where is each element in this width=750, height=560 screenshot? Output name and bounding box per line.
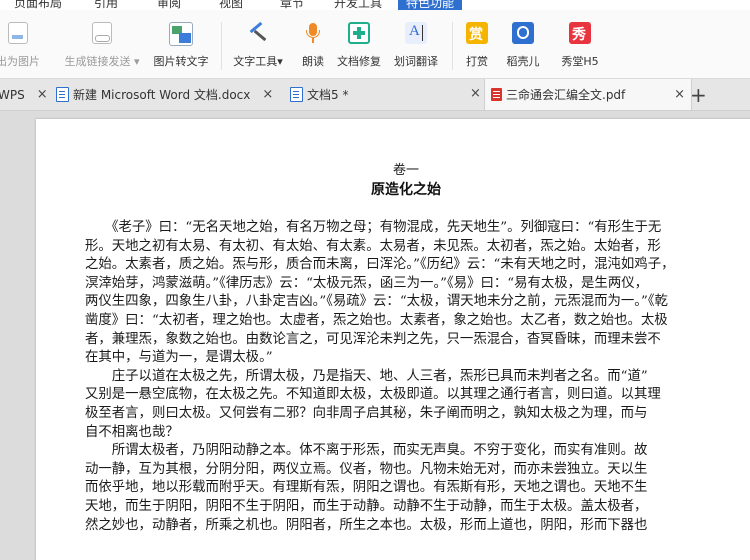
text-line: 庄子以道在太极之先，所谓太极，乃是指天、地、人三者，炁形已具而未判者之名。而“道… [85, 368, 648, 384]
pdf-icon [491, 88, 502, 101]
text-line: 在其中，与道为一，是谓太极。” [85, 350, 273, 366]
document-repair-label: 文档修复 [337, 55, 381, 68]
document-repair-button[interactable]: 文档修复 [333, 10, 385, 78]
reward-icon: 赏 [466, 22, 488, 44]
docer-label: 稻壳儿 [506, 55, 540, 68]
tab-review[interactable]: 审阅 [157, 0, 181, 10]
link-document-icon [92, 22, 112, 44]
image-to-text-label: 图片转文字 [153, 55, 209, 68]
document-tab-bar: WPS × 新建 Microsoft Word 文档.docx × 文档5 * … [0, 79, 750, 111]
text-line: 者，兼理炁，象数之始也。由数论言之，可见浑沦未判之先，只一炁混合，杳冥昏昧，而理… [85, 331, 661, 347]
tab-special-features[interactable]: 特色功能 [398, 0, 463, 10]
read-aloud-button[interactable]: 朗读 [296, 10, 330, 78]
microphone-icon [302, 22, 324, 44]
document-viewport[interactable]: 卷一 原造化之始 《老子》曰：“无名天地之始，有名万物之母；有物混成，先天地生”… [0, 111, 750, 560]
ribbon: 出为图片 生成链接发送 ▾ 图片转文字 文字工具▾ 朗读 文档修复 A 划词翻译… [0, 10, 750, 79]
text-line: 又别是一悬空底物，在太极之先。不知道即太极，太极即道。以其理之通行者言，则曰道。… [85, 387, 661, 403]
doc-tab-pdf-active[interactable]: 三命通会汇编全文.pdf × [484, 79, 692, 110]
text-tools-label: 文字工具▾ [233, 55, 283, 68]
image-to-text-icon [169, 22, 193, 46]
text-line: 动一静，互为其根，分阴分阳，两仪立焉。仪者，物也。凡物未始无对，而亦未尝独立。天… [85, 461, 648, 477]
docer-icon [512, 22, 534, 44]
volume-heading: 卷一 [392, 163, 419, 178]
word-document-icon [56, 87, 69, 102]
close-icon[interactable]: × [37, 87, 48, 102]
export-image-button[interactable]: 出为图片 [0, 10, 50, 78]
text-line: 极至者言，则曰太极。又何尝有二邪？向非周子启其秘，朱子阐而明之，孰知太极之为理，… [85, 405, 648, 421]
text-line: 然之妙也，动静者，所乘之机也。阴阳者，所生之本也。太极，形而上道也，阴阳，形而下… [85, 517, 648, 533]
tab-chapter[interactable]: 章节 [280, 0, 304, 10]
text-line: 两仪生四象，四象生八卦，八卦定吉凶。”《易疏》云：“太极，谓天地未分之前，元炁混… [85, 294, 668, 310]
document-body: 《老子》曰：“无名天地之始，有名万物之母；有物混成，先天地生”。列御寇曰：“有形… [85, 219, 750, 535]
text-line: 天地，而生于阴阳，阴阳不生于阴阳，而生于动静。动静不生于动静，而生于太极。盖太极… [85, 498, 648, 514]
tab-developer[interactable]: 开发工具 [334, 0, 382, 10]
translate-icon: A [405, 22, 427, 44]
word-translate-button[interactable]: A 划词翻译 [390, 10, 442, 78]
tab-view[interactable]: 视图 [219, 0, 243, 10]
text-line: 形。天地之初有太易、有太初、有太始、有太素。太易者，未见炁。太初者，炁之始。太始… [85, 238, 661, 254]
text-tools-icon [247, 21, 269, 44]
xiutang-h5-label: 秀堂H5 [561, 55, 599, 68]
generate-link-label: 生成链接发送 ▾ [64, 55, 140, 68]
doc-tab-label: 文档5 * [307, 88, 349, 102]
text-line: 溟涬始芽，鸿蒙滋萌。”《律历志》云：“太极元炁，函三为一。”《易》曰：“易有太极… [85, 275, 648, 291]
reward-label: 打赏 [466, 55, 488, 68]
doc-tab-label: 三命通会汇编全文.pdf [506, 88, 626, 102]
close-icon[interactable]: × [470, 86, 481, 101]
text-tools-button[interactable]: 文字工具▾ [228, 10, 288, 78]
xiutang-h5-button[interactable]: 秀 秀堂H5 [560, 10, 600, 78]
export-image-label: 出为图片 [0, 55, 40, 68]
chapter-title: 原造化之始 [371, 182, 441, 198]
text-line: 之始。太素者，质之始。炁与形，质合而未离，曰浑沦。”《历纪》云：“未有天地之时，… [85, 257, 675, 273]
text-line: 而依乎地，地以形载而附乎天。有理斯有炁，阴阳之谓也。有炁斯有形，天地之谓也。天地… [85, 480, 648, 496]
text-line: 自不相离也哉？ [85, 424, 179, 440]
doc-tab-wps[interactable]: WPS × [0, 79, 48, 110]
image-to-text-button[interactable]: 图片转文字 [148, 10, 214, 78]
export-image-icon [8, 22, 28, 44]
new-tab-button[interactable]: + [690, 83, 707, 107]
text-line: 所谓太极者，乃阴阳动静之本。体不离于形炁，而实无声臭。不穷于变化，而实有准则。故 [85, 443, 648, 459]
generate-link-button[interactable]: 生成链接发送 ▾ [62, 10, 142, 78]
xiutang-icon: 秀 [569, 22, 591, 44]
doc-tab-document5[interactable]: 文档5 * [290, 79, 348, 110]
docer-button[interactable]: 稻壳儿 [501, 10, 545, 78]
read-aloud-label: 朗读 [302, 55, 324, 68]
tab-page-layout[interactable]: 页面布局 [14, 0, 62, 10]
word-translate-label: 划词翻译 [394, 55, 438, 68]
doc-tab-label: WPS [0, 87, 25, 102]
reward-button[interactable]: 赏 打赏 [460, 10, 494, 78]
doc-tab-new-word[interactable]: 新建 Microsoft Word 文档.docx × [56, 79, 273, 110]
close-icon[interactable]: × [262, 87, 273, 102]
doc-tab-label: 新建 Microsoft Word 文档.docx [73, 88, 251, 102]
close-icon[interactable]: × [674, 87, 685, 102]
tab-references[interactable]: 引用 [94, 0, 118, 10]
menu-tab-bar: 页面布局 引用 审阅 视图 章节 开发工具 特色功能 [0, 0, 750, 10]
ribbon-separator [452, 22, 453, 70]
ribbon-separator [221, 22, 222, 70]
word-document-icon [290, 87, 303, 102]
text-line: 《老子》曰：“无名天地之始，有名万物之母；有物混成，先天地生”。列御寇曰：“有形… [85, 220, 662, 235]
text-line: 凿度》曰：“太初者，理之始也。太虚者，炁之始也。太素者，象之始也。太乙者，数之始… [85, 312, 668, 328]
document-repair-icon [348, 22, 370, 44]
pdf-page: 卷一 原造化之始 《老子》曰：“无名天地之始，有名万物之母；有物混成，先天地生”… [36, 119, 750, 560]
